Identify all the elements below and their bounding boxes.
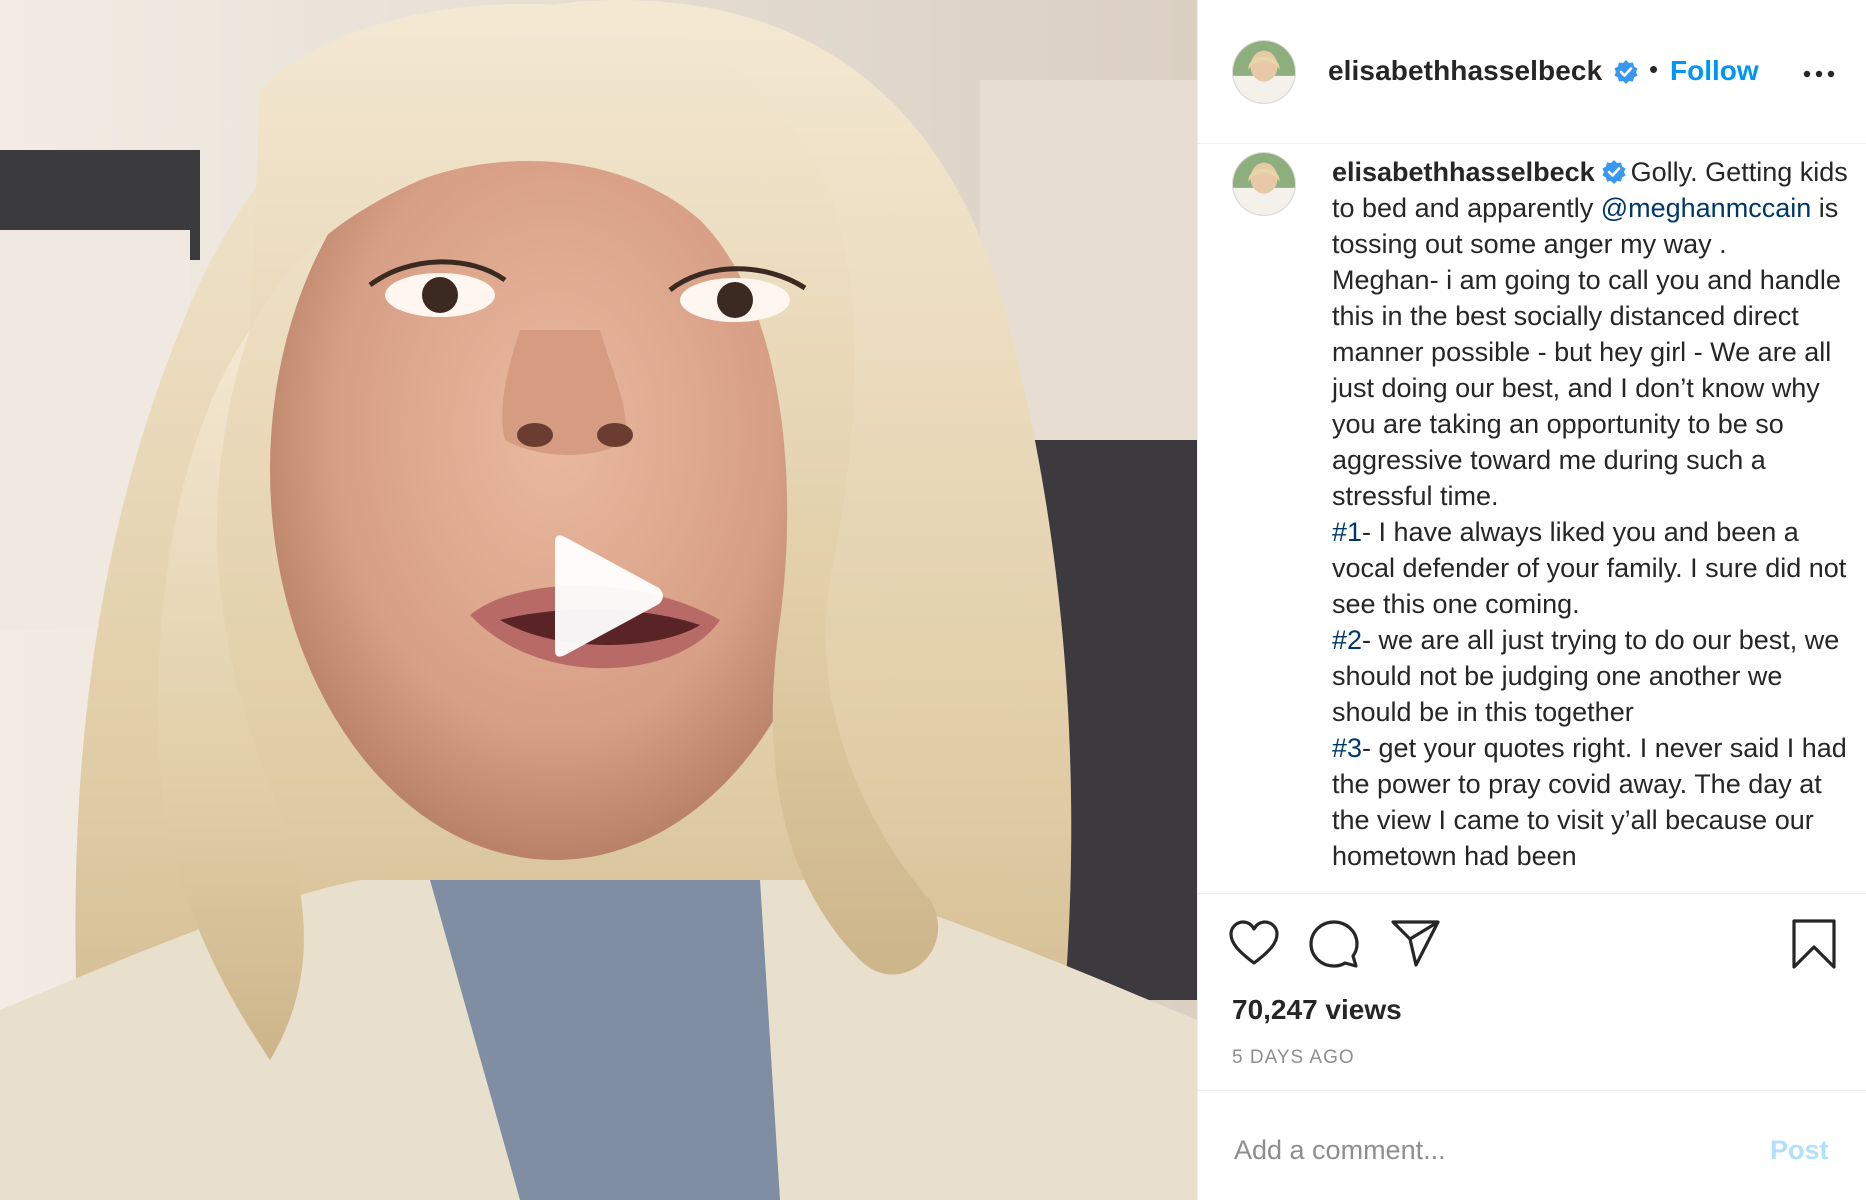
separator-dot: • bbox=[1649, 54, 1659, 84]
avatar[interactable] bbox=[1232, 40, 1296, 104]
caption-text: - I have always liked you and been a voc… bbox=[1332, 517, 1847, 619]
video-player[interactable] bbox=[0, 0, 1197, 1200]
verified-badge-icon bbox=[1602, 160, 1626, 184]
post-timestamp[interactable]: 5 DAYS AGO bbox=[1232, 1047, 1355, 1069]
action-bar: 70,247 views 5 DAYS AGO bbox=[1198, 894, 1866, 1094]
post-comment-button[interactable]: Post bbox=[1770, 1135, 1829, 1166]
post-header: elisabethhasselbeck • Follow bbox=[1198, 0, 1866, 144]
hashtag-link[interactable]: #1 bbox=[1332, 517, 1362, 547]
caption-paragraph: Meghan- i am going to call you and handl… bbox=[1332, 262, 1852, 514]
follow-button[interactable]: Follow bbox=[1670, 55, 1759, 87]
paper-plane-icon[interactable] bbox=[1390, 918, 1442, 970]
post-details-panel: elisabethhasselbeck • Follow elisabethha… bbox=[1197, 0, 1866, 1200]
hashtag-link[interactable]: #3 bbox=[1332, 733, 1362, 763]
username[interactable]: elisabethhasselbeck bbox=[1328, 55, 1602, 87]
caption-text: Meghan- i am going to call you and handl… bbox=[1332, 265, 1841, 511]
caption-paragraph: #3- get your quotes right. I never said … bbox=[1332, 730, 1852, 874]
verified-badge-icon bbox=[1614, 60, 1638, 84]
play-icon[interactable] bbox=[543, 532, 667, 660]
caption-area: elisabethhasselbeck Golly. Getting kids t… bbox=[1198, 144, 1866, 894]
comment-bubble-icon[interactable] bbox=[1308, 918, 1360, 970]
view-count[interactable]: 70,247 views bbox=[1232, 994, 1402, 1026]
caption-avatar[interactable] bbox=[1232, 152, 1296, 216]
post-caption: elisabethhasselbeck Golly. Getting kids t… bbox=[1332, 154, 1852, 874]
mention-link[interactable]: @meghanmccain bbox=[1601, 193, 1812, 223]
hashtag-link[interactable]: #2 bbox=[1332, 625, 1362, 655]
caption-paragraph: #1- I have always liked you and been a v… bbox=[1332, 514, 1852, 622]
caption-text: - we are all just trying to do our best,… bbox=[1332, 625, 1840, 727]
caption-paragraph: #2- we are all just trying to do our bes… bbox=[1332, 622, 1852, 730]
caption-username[interactable]: elisabethhasselbeck bbox=[1332, 157, 1595, 187]
bookmark-icon[interactable] bbox=[1788, 918, 1840, 970]
more-options-icon[interactable] bbox=[1802, 60, 1836, 88]
comment-input[interactable] bbox=[1232, 1129, 1736, 1171]
comment-box: Post bbox=[1198, 1090, 1866, 1200]
heart-icon[interactable] bbox=[1228, 918, 1280, 970]
caption-text: - get your quotes right. I never said I … bbox=[1332, 733, 1847, 871]
